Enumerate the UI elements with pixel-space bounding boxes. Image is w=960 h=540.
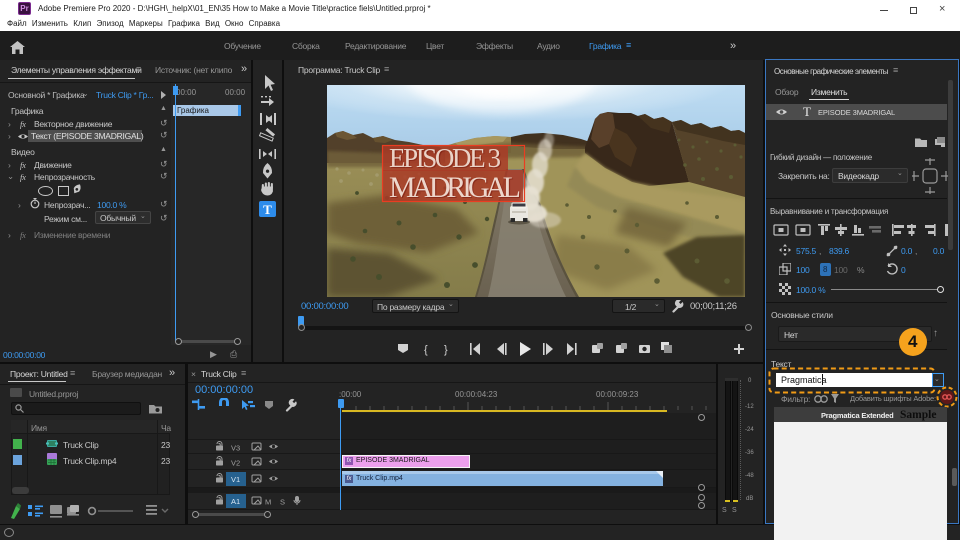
svg-text:V1: V1: [231, 475, 240, 484]
svg-text:M: M: [265, 498, 271, 507]
svg-text:EPISODE 3: EPISODE 3: [389, 143, 501, 173]
svg-text:V3: V3: [231, 444, 240, 453]
svg-text:S: S: [280, 498, 285, 507]
svg-text:}: }: [444, 344, 448, 356]
svg-text:V2: V2: [231, 459, 240, 468]
svg-text:{: {: [424, 344, 428, 356]
svg-text:A1: A1: [231, 497, 240, 506]
svg-text:T: T: [263, 202, 272, 217]
svg-text:MADRIGAL: MADRIGAL: [389, 171, 521, 204]
